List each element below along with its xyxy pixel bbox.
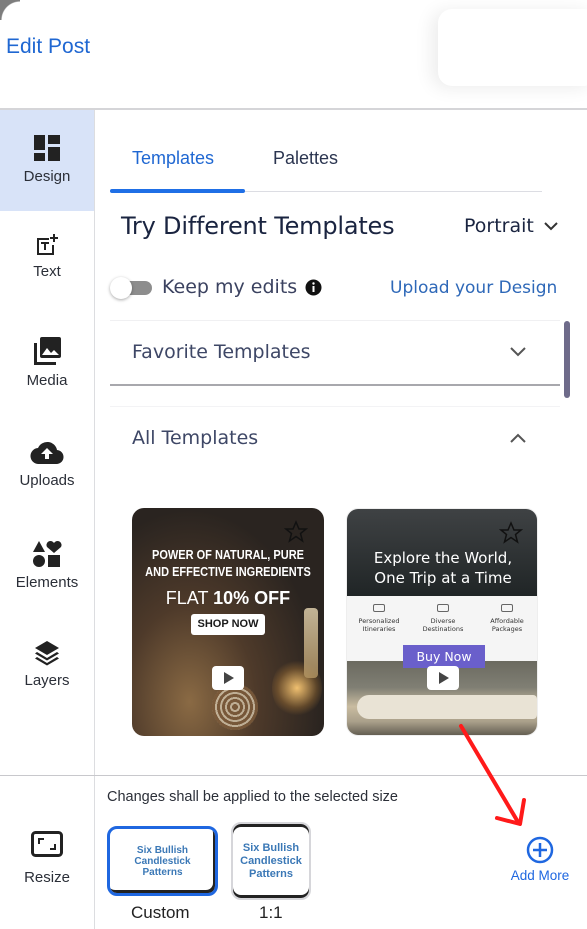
preview-line: Patterns [248, 867, 294, 880]
media-icon [34, 337, 61, 365]
size-preview-text: Six Bullish Candlestick Patterns [134, 845, 190, 878]
sidebar-item-text[interactable]: Text [0, 233, 94, 280]
size-note: Changes shall be applied to the selected… [107, 789, 398, 805]
size-label: Custom [131, 903, 190, 922]
bus-icon [437, 604, 449, 612]
cloud-upload-icon [30, 441, 64, 465]
text-add-icon [37, 234, 58, 255]
sidebar-item-label: Layers [24, 672, 70, 689]
design-grid-icon [34, 135, 60, 161]
sidebar-item-design[interactable]: Design [0, 110, 94, 211]
chevron-down-icon [544, 221, 558, 230]
preview-line: Six Bullish [242, 841, 300, 854]
offer-value: 10% OFF [213, 588, 291, 608]
orientation-value: Portrait [464, 215, 534, 237]
header: Edit Post [0, 0, 587, 109]
accordion-title: Favorite Templates [132, 341, 311, 363]
favorite-star-icon[interactable] [499, 521, 523, 545]
toggle-knob [110, 277, 132, 299]
card-image-candle [304, 608, 318, 678]
card-image-plane [357, 695, 537, 719]
sidebar-item-label: Elements [15, 574, 79, 591]
play-icon[interactable] [212, 666, 244, 690]
all-templates-accordion[interactable]: All Templates [110, 406, 560, 472]
sidebar-item-label: Uploads [19, 472, 75, 489]
accordion-title: All Templates [132, 427, 259, 449]
layers-icon [35, 641, 59, 666]
sidebar-item-label: Resize [24, 869, 70, 886]
headline-line: One Trip at a Time [374, 569, 512, 587]
preview-line: Six Bullish [136, 844, 189, 856]
favorite-star-icon[interactable] [284, 520, 308, 544]
template-card[interactable]: POWER OF NATURAL, PURE AND EFFECTIVE ING… [132, 508, 324, 736]
headline-line: POWER OF NATURAL, PURE [152, 548, 304, 562]
feature-text: Affordable [490, 617, 524, 625]
plus-circle-icon [526, 836, 554, 864]
preview-line: Candlestick [240, 854, 302, 867]
header-card [438, 9, 587, 86]
headline-line: Explore the World, [373, 549, 513, 567]
chevron-down-icon [510, 347, 526, 357]
size-preview-text: Six Bullish Candlestick Patterns [240, 842, 302, 881]
sidebar-item-label: Design [23, 168, 71, 185]
add-more-label: Add More [510, 868, 570, 883]
upload-design-link[interactable]: Upload your Design [390, 278, 557, 298]
headline-line: AND EFFECTIVE INGREDIENTS [145, 565, 311, 579]
sidebar-item-uploads[interactable]: Uploads [0, 440, 94, 489]
play-icon[interactable] [427, 666, 459, 690]
size-option-square[interactable]: Six Bullish Candlestick Patterns [231, 822, 311, 900]
keep-edits-label: Keep my edits [162, 276, 298, 298]
feature-text: Itineraries [362, 625, 396, 633]
chevron-up-icon [510, 433, 526, 443]
panel-title: Try Different Templates [121, 212, 395, 240]
suitcase-icon [501, 604, 513, 612]
feature-item: Personalized Itineraries [347, 604, 411, 633]
tab-bar: Templates Palettes [110, 140, 542, 193]
templates-panel: Templates Palettes Try Different Templat… [96, 110, 587, 775]
card-cta: Buy Now [403, 645, 485, 668]
sidebar-item-elements[interactable]: Elements [0, 540, 94, 591]
feature-item: Affordable Packages [475, 604, 537, 633]
active-tab-indicator [110, 189, 245, 193]
edit-post-title[interactable]: Edit Post [6, 35, 90, 59]
feature-text: Diverse [430, 617, 456, 625]
card-headline: Explore the World, One Trip at a Time [347, 548, 537, 588]
scrollbar-thumb[interactable] [564, 321, 570, 398]
tab-templates[interactable]: Templates [132, 148, 214, 169]
sidebar-item-resize[interactable]: Resize [0, 776, 95, 929]
sidebar-item-label: Media [26, 372, 68, 389]
keep-edits-toggle[interactable] [110, 277, 152, 299]
sidebar-item-layers[interactable]: Layers [0, 640, 94, 689]
preview-line: Patterns [142, 866, 183, 878]
feature-item: Diverse Destinations [411, 604, 475, 633]
favorite-templates-accordion[interactable]: Favorite Templates [110, 320, 560, 386]
sidebar-item-media[interactable]: Media [0, 336, 94, 389]
feature-text: Destinations [422, 625, 464, 633]
feature-text: Packages [491, 625, 523, 633]
size-label: 1:1 [259, 903, 283, 922]
resize-icon [31, 831, 63, 857]
info-icon[interactable] [305, 279, 322, 296]
size-option-custom[interactable]: Six Bullish Candlestick Patterns [107, 826, 218, 896]
feature-text: Personalized [358, 617, 400, 625]
keep-edits-row: Keep my edits [110, 276, 322, 299]
add-more-button[interactable]: Add More [505, 836, 575, 883]
ticket-icon [373, 604, 385, 612]
template-card[interactable]: Explore the World, One Trip at a Time Pe… [346, 508, 538, 736]
preview-line: Candlestick [134, 855, 191, 867]
card-image-pinecone [212, 684, 258, 730]
tab-palettes[interactable]: Palettes [273, 148, 338, 169]
shapes-icon [33, 540, 62, 567]
card-headline: POWER OF NATURAL, PURE AND EFFECTIVE ING… [144, 547, 313, 581]
sidebar-item-label: Text [33, 263, 61, 280]
card-offer: FLAT 10% OFF [132, 588, 324, 609]
card-cta: SHOP NOW [191, 614, 265, 635]
window-corner [0, 0, 20, 20]
offer-prefix: FLAT [165, 588, 214, 608]
orientation-dropdown[interactable]: Portrait [464, 215, 558, 237]
